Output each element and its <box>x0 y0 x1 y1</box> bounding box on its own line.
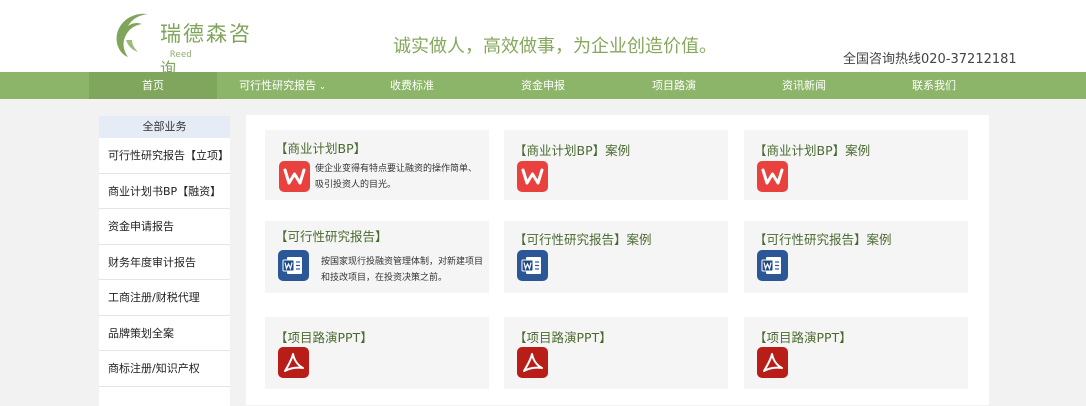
nav-label: 资金申报 <box>521 79 565 92</box>
pdf-icon <box>517 347 548 378</box>
sidebar-item-trademark[interactable]: 商标注册/知识产权 <box>99 351 230 387</box>
service-card[interactable]: 【项目路演PPT】 <box>265 317 489 389</box>
card-description: 按国家现行投融资管理体制，对新建项目和技改项目，在投资决策之前。 <box>321 257 484 283</box>
card-title[interactable]: 【项目路演PPT】 <box>275 327 373 346</box>
nav-item-contact[interactable]: 联系我们 <box>890 72 978 99</box>
word-icon <box>757 250 788 281</box>
site-header: 瑞德森咨 Reed 询 诚实做人，高效做事，为企业创造价值。 全国咨询热线020… <box>0 0 1086 72</box>
wps-icon <box>279 161 310 192</box>
service-card[interactable]: 【项目路演PPT】 <box>744 317 968 389</box>
sidebar-heading: 全部业务 <box>99 116 230 138</box>
card-description: 使企业变得有特点要让融资的操作简单、吸引投资人的目光。 <box>315 164 478 190</box>
chevron-down-icon: ⌄ <box>319 82 326 91</box>
service-card[interactable]: 【项目路演PPT】 <box>504 317 728 389</box>
sidebar-item-fund-application[interactable]: 资金申请报告 <box>99 209 230 245</box>
sidebar-item-branding[interactable]: 品牌策划全案 <box>99 316 230 351</box>
service-card[interactable]: 【商业计划BP】 使企业变得有特点要让融资的操作简单、吸引投资人的目光。 <box>265 130 489 200</box>
wps-icon <box>517 161 548 192</box>
nav-item-funding[interactable]: 资金申报 <box>500 72 586 99</box>
nav-item-home[interactable]: 首页 <box>89 72 217 99</box>
nav-item-feasibility[interactable]: 可行性研究报告 ⌄ <box>230 72 335 99</box>
nav-label: 资讯新闻 <box>782 79 826 92</box>
logo-fish-icon[interactable] <box>108 10 154 58</box>
card-title[interactable]: 【商业计划BP】案例 <box>754 140 870 159</box>
nav-label: 首页 <box>142 79 164 92</box>
slogan: 诚实做人，高效做事，为企业创造价值。 <box>393 36 717 57</box>
sidebar-item-feasibility[interactable]: 可行性研究报告【立项】 <box>99 138 230 174</box>
pdf-icon <box>757 347 788 378</box>
nav-label: 收费标准 <box>390 79 434 92</box>
sidebar-item-business-plan[interactable]: 商业计划书BP【融资】 <box>99 174 230 209</box>
card-title[interactable]: 【项目路演PPT】 <box>514 327 612 346</box>
card-title[interactable]: 【商业计划BP】 <box>275 138 366 157</box>
nav-label: 项目路演 <box>652 79 696 92</box>
word-icon <box>278 250 309 281</box>
service-card[interactable]: 【可行性研究报告】案例 <box>504 221 728 293</box>
hotline: 全国咨询热线020-37212181 <box>843 52 1017 67</box>
card-title[interactable]: 【可行性研究报告】案例 <box>514 229 652 248</box>
sidebar-item-audit[interactable]: 财务年度审计报告 <box>99 245 230 280</box>
word-icon <box>517 250 548 281</box>
business-sidebar: 全部业务 可行性研究报告【立项】 商业计划书BP【融资】 资金申请报告 财务年度… <box>99 116 230 406</box>
nav-item-fees[interactable]: 收费标准 <box>370 72 454 99</box>
nav-label: 可行性研究报告 <box>239 79 317 92</box>
service-grid: 【商业计划BP】 使企业变得有特点要让融资的操作简单、吸引投资人的目光。 【商业… <box>246 115 989 405</box>
pdf-icon <box>278 347 309 378</box>
service-card[interactable]: 【商业计划BP】案例 <box>504 130 728 200</box>
service-card[interactable]: 【可行性研究报告】 按国家现行投融资管理体制，对新建项目和技改项目，在投资决策之… <box>265 221 489 293</box>
nav-item-roadshow[interactable]: 项目路演 <box>630 72 718 99</box>
card-title[interactable]: 【可行性研究报告】 <box>275 226 388 245</box>
nav-label: 联系我们 <box>912 79 956 92</box>
service-card[interactable]: 【商业计划BP】案例 <box>744 130 968 200</box>
main-nav: 首页 可行性研究报告 ⌄ 收费标准 资金申报 项目路演 资讯新闻 联系我们 <box>0 72 1086 99</box>
brand-name[interactable]: 瑞德森咨 <box>160 18 252 48</box>
brand-cut-text: 询 <box>160 59 177 72</box>
service-card[interactable]: 【可行性研究报告】案例 <box>744 221 968 293</box>
card-title[interactable]: 【项目路演PPT】 <box>754 327 852 346</box>
card-title[interactable]: 【商业计划BP】案例 <box>514 140 630 159</box>
nav-item-news[interactable]: 资讯新闻 <box>760 72 848 99</box>
sidebar-item-registration[interactable]: 工商注册/财税代理 <box>99 280 230 316</box>
wps-icon <box>757 161 788 192</box>
card-title[interactable]: 【可行性研究报告】案例 <box>754 229 892 248</box>
